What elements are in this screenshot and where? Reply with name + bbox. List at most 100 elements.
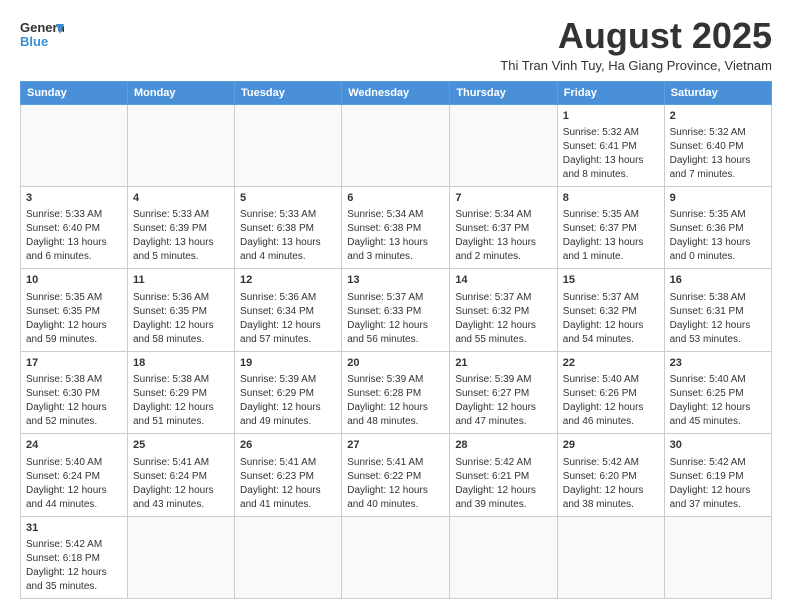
calendar-cell bbox=[664, 516, 771, 598]
week-row-5: 31Sunrise: 5:42 AM Sunset: 6:18 PM Dayli… bbox=[21, 516, 772, 598]
calendar-cell: 20Sunrise: 5:39 AM Sunset: 6:28 PM Dayli… bbox=[342, 351, 450, 433]
week-row-1: 3 Sunrise: 5:33 AM Sunset: 6:40 PM Daylig… bbox=[21, 186, 772, 268]
day-number: 18 bbox=[133, 356, 229, 371]
day-number: 19 bbox=[240, 356, 336, 371]
location-subtitle: Thi Tran Vinh Tuy, Ha Giang Province, Vi… bbox=[500, 58, 772, 73]
day-number: 4 bbox=[133, 191, 229, 206]
day-number: 31 bbox=[26, 521, 122, 536]
calendar-cell: 6 Sunrise: 5:34 AM Sunset: 6:38 PM Daylig… bbox=[342, 186, 450, 268]
day-number: 21 bbox=[455, 356, 551, 371]
day-content: Sunrise: 5:35 AM Sunset: 6:36 PM Dayligh… bbox=[670, 209, 751, 262]
day-header-monday: Monday bbox=[127, 81, 234, 104]
calendar-cell: 11 Sunrise: 5:36 AM Sunset: 6:35 PM Dayli… bbox=[127, 269, 234, 351]
day-header-saturday: Saturday bbox=[664, 81, 771, 104]
days-of-week-row: SundayMondayTuesdayWednesdayThursdayFrid… bbox=[21, 81, 772, 104]
day-content: Sunrise: 5:33 AM Sunset: 6:39 PM Dayligh… bbox=[133, 209, 214, 262]
calendar-cell: 27 Sunrise: 5:41 AM Sunset: 6:22 PM Dayli… bbox=[342, 434, 450, 516]
day-content: Sunrise: 5:36 AM Sunset: 6:34 PM Dayligh… bbox=[240, 292, 321, 345]
calendar-body: 1Sunrise: 5:32 AM Sunset: 6:41 PM Daylig… bbox=[21, 104, 772, 598]
day-header-tuesday: Tuesday bbox=[235, 81, 342, 104]
calendar-cell: 10 Sunrise: 5:35 AM Sunset: 6:35 PM Dayli… bbox=[21, 269, 128, 351]
calendar-cell: 23 Sunrise: 5:40 AM Sunset: 6:25 PM Dayli… bbox=[664, 351, 771, 433]
day-content: Sunrise: 5:35 AM Sunset: 6:35 PM Dayligh… bbox=[26, 292, 107, 345]
day-number: 27 bbox=[347, 438, 444, 453]
header: General Blue August 2025 Thi Tran Vinh T… bbox=[20, 16, 772, 73]
day-number: 17 bbox=[26, 356, 122, 371]
day-content: Sunrise: 5:40 AM Sunset: 6:25 PM Dayligh… bbox=[670, 374, 751, 427]
calendar-cell: 19Sunrise: 5:39 AM Sunset: 6:29 PM Dayli… bbox=[235, 351, 342, 433]
calendar-cell: 29 Sunrise: 5:42 AM Sunset: 6:20 PM Dayli… bbox=[557, 434, 664, 516]
day-number: 29 bbox=[563, 438, 659, 453]
calendar-cell: 12Sunrise: 5:36 AM Sunset: 6:34 PM Dayli… bbox=[235, 269, 342, 351]
calendar-cell: 2Sunrise: 5:32 AM Sunset: 6:40 PM Daylig… bbox=[664, 104, 771, 186]
calendar-cell: 8 Sunrise: 5:35 AM Sunset: 6:37 PM Daylig… bbox=[557, 186, 664, 268]
calendar-cell: 13 Sunrise: 5:37 AM Sunset: 6:33 PM Dayli… bbox=[342, 269, 450, 351]
day-content: Sunrise: 5:36 AM Sunset: 6:35 PM Dayligh… bbox=[133, 292, 214, 345]
svg-text:Blue: Blue bbox=[20, 34, 48, 49]
day-number: 2 bbox=[670, 109, 766, 124]
calendar-cell bbox=[127, 516, 234, 598]
calendar-cell bbox=[21, 104, 128, 186]
title-block: August 2025 Thi Tran Vinh Tuy, Ha Giang … bbox=[500, 16, 772, 73]
calendar-cell bbox=[235, 516, 342, 598]
day-number: 13 bbox=[347, 273, 444, 288]
calendar-cell: 22 Sunrise: 5:40 AM Sunset: 6:26 PM Dayli… bbox=[557, 351, 664, 433]
calendar-cell bbox=[127, 104, 234, 186]
day-content: Sunrise: 5:32 AM Sunset: 6:41 PM Dayligh… bbox=[563, 127, 644, 180]
calendar-cell: 18Sunrise: 5:38 AM Sunset: 6:29 PM Dayli… bbox=[127, 351, 234, 433]
day-number: 23 bbox=[670, 356, 766, 371]
week-row-4: 24Sunrise: 5:40 AM Sunset: 6:24 PM Dayli… bbox=[21, 434, 772, 516]
calendar-table: SundayMondayTuesdayWednesdayThursdayFrid… bbox=[20, 81, 772, 599]
day-content: Sunrise: 5:39 AM Sunset: 6:27 PM Dayligh… bbox=[455, 374, 536, 427]
week-row-0: 1Sunrise: 5:32 AM Sunset: 6:41 PM Daylig… bbox=[21, 104, 772, 186]
day-header-friday: Friday bbox=[557, 81, 664, 104]
day-number: 6 bbox=[347, 191, 444, 206]
calendar-cell: 28 Sunrise: 5:42 AM Sunset: 6:21 PM Dayli… bbox=[450, 434, 557, 516]
day-content: Sunrise: 5:42 AM Sunset: 6:20 PM Dayligh… bbox=[563, 457, 644, 510]
day-content: Sunrise: 5:35 AM Sunset: 6:37 PM Dayligh… bbox=[563, 209, 644, 262]
day-content: Sunrise: 5:37 AM Sunset: 6:32 PM Dayligh… bbox=[563, 292, 644, 345]
day-content: Sunrise: 5:38 AM Sunset: 6:30 PM Dayligh… bbox=[26, 374, 107, 427]
day-content: Sunrise: 5:41 AM Sunset: 6:24 PM Dayligh… bbox=[133, 457, 214, 510]
calendar-cell: 25Sunrise: 5:41 AM Sunset: 6:24 PM Dayli… bbox=[127, 434, 234, 516]
day-content: Sunrise: 5:41 AM Sunset: 6:22 PM Dayligh… bbox=[347, 457, 428, 510]
day-number: 3 bbox=[26, 191, 122, 206]
day-number: 7 bbox=[455, 191, 551, 206]
calendar-cell: 24Sunrise: 5:40 AM Sunset: 6:24 PM Dayli… bbox=[21, 434, 128, 516]
month-year-title: August 2025 bbox=[500, 16, 772, 56]
day-number: 8 bbox=[563, 191, 659, 206]
day-number: 15 bbox=[563, 273, 659, 288]
calendar-cell: 31Sunrise: 5:42 AM Sunset: 6:18 PM Dayli… bbox=[21, 516, 128, 598]
day-number: 16 bbox=[670, 273, 766, 288]
day-number: 28 bbox=[455, 438, 551, 453]
calendar-cell: 21 Sunrise: 5:39 AM Sunset: 6:27 PM Dayli… bbox=[450, 351, 557, 433]
calendar-cell: 17 Sunrise: 5:38 AM Sunset: 6:30 PM Dayli… bbox=[21, 351, 128, 433]
calendar-cell: 9Sunrise: 5:35 AM Sunset: 6:36 PM Daylig… bbox=[664, 186, 771, 268]
day-header-wednesday: Wednesday bbox=[342, 81, 450, 104]
day-number: 10 bbox=[26, 273, 122, 288]
logo-icon: General Blue bbox=[20, 16, 64, 52]
day-content: Sunrise: 5:33 AM Sunset: 6:40 PM Dayligh… bbox=[26, 209, 107, 262]
day-content: Sunrise: 5:37 AM Sunset: 6:32 PM Dayligh… bbox=[455, 292, 536, 345]
calendar-cell: 30Sunrise: 5:42 AM Sunset: 6:19 PM Dayli… bbox=[664, 434, 771, 516]
week-row-2: 10 Sunrise: 5:35 AM Sunset: 6:35 PM Dayli… bbox=[21, 269, 772, 351]
calendar-cell: 14Sunrise: 5:37 AM Sunset: 6:32 PM Dayli… bbox=[450, 269, 557, 351]
day-content: Sunrise: 5:34 AM Sunset: 6:38 PM Dayligh… bbox=[347, 209, 428, 262]
day-content: Sunrise: 5:39 AM Sunset: 6:28 PM Dayligh… bbox=[347, 374, 428, 427]
week-row-3: 17 Sunrise: 5:38 AM Sunset: 6:30 PM Dayli… bbox=[21, 351, 772, 433]
day-number: 22 bbox=[563, 356, 659, 371]
day-content: Sunrise: 5:40 AM Sunset: 6:26 PM Dayligh… bbox=[563, 374, 644, 427]
calendar-cell: 1Sunrise: 5:32 AM Sunset: 6:41 PM Daylig… bbox=[557, 104, 664, 186]
calendar-cell: 16 Sunrise: 5:38 AM Sunset: 6:31 PM Dayli… bbox=[664, 269, 771, 351]
calendar-cell: 15 Sunrise: 5:37 AM Sunset: 6:32 PM Dayli… bbox=[557, 269, 664, 351]
day-content: Sunrise: 5:41 AM Sunset: 6:23 PM Dayligh… bbox=[240, 457, 321, 510]
day-content: Sunrise: 5:37 AM Sunset: 6:33 PM Dayligh… bbox=[347, 292, 428, 345]
day-content: Sunrise: 5:38 AM Sunset: 6:31 PM Dayligh… bbox=[670, 292, 751, 345]
calendar-cell bbox=[450, 104, 557, 186]
calendar-header: SundayMondayTuesdayWednesdayThursdayFrid… bbox=[21, 81, 772, 104]
calendar-cell bbox=[342, 516, 450, 598]
logo: General Blue bbox=[20, 16, 64, 52]
day-content: Sunrise: 5:42 AM Sunset: 6:21 PM Dayligh… bbox=[455, 457, 536, 510]
day-number: 11 bbox=[133, 273, 229, 288]
calendar-cell: 4 Sunrise: 5:33 AM Sunset: 6:39 PM Daylig… bbox=[127, 186, 234, 268]
